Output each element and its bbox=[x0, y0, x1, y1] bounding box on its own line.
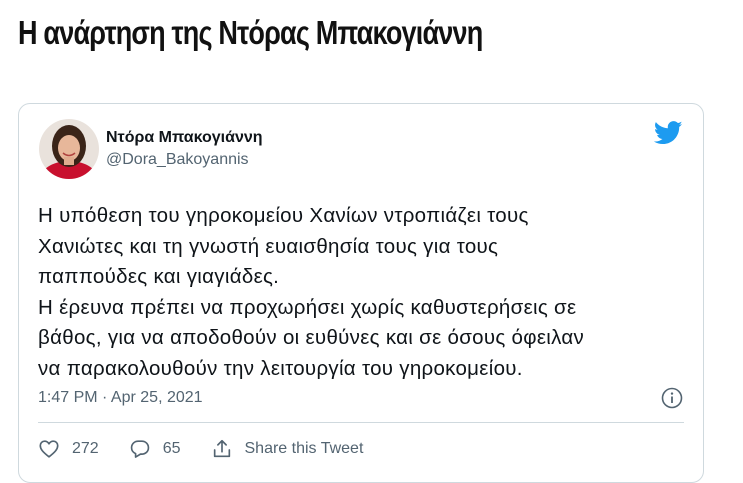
info-icon[interactable] bbox=[661, 387, 683, 409]
author-name[interactable]: Ντόρα Μπακογιάννη bbox=[106, 129, 263, 147]
like-count: 272 bbox=[72, 440, 99, 457]
tweet-text-line: Χανιώτες και τη γνωστή ευαισθησία τους γ… bbox=[38, 234, 499, 258]
page-headline: Η ανάρτηση της Ντόρας Μπακογιάννη bbox=[18, 14, 483, 51]
author-avatar[interactable] bbox=[39, 119, 99, 179]
tweet-text-line: βάθος, για να αποδοθούν οι ευθύνες και σ… bbox=[38, 326, 585, 349]
author-handle[interactable]: @Dora_Bakoyannis bbox=[106, 151, 249, 169]
embedded-tweet-card[interactable]: Ντόρα Μπακογιάννη @Dora_Bakoyannis Η υπό… bbox=[18, 103, 704, 483]
twitter-bird-icon[interactable] bbox=[654, 121, 683, 145]
tweet-text-line: Η υπόθεση του γηροκομείου Χανίων ντροπιά… bbox=[38, 204, 529, 227]
tweet-text-line: Η έρευνα πρέπει να προχωρήσει χωρίς καθυ… bbox=[38, 295, 577, 319]
heart-icon bbox=[39, 440, 59, 458]
reply-bubble-icon bbox=[130, 440, 149, 458]
share-label: Share this Tweet bbox=[244, 440, 364, 457]
tweet-text-line: παππούδες και γιαγιάδες. bbox=[38, 265, 280, 288]
share-icon bbox=[213, 439, 230, 458]
divider bbox=[38, 422, 684, 423]
tweet-text: Η υπόθεση του γηροκομείου Χανίων ντροπιά… bbox=[38, 201, 688, 384]
like-button[interactable]: 272 bbox=[38, 438, 99, 460]
share-button[interactable]: Share this Tweet bbox=[211, 438, 364, 460]
tweet-timestamp[interactable]: 1:47 PM · Apr 25, 2021 bbox=[38, 389, 203, 407]
tweet-text-line: να παρακολουθούν την λειτουργία του γηρο… bbox=[38, 356, 523, 380]
tweet-actions: 272 65 Share this Tweet bbox=[38, 438, 393, 460]
reply-button[interactable]: 65 bbox=[129, 438, 181, 460]
reply-count: 65 bbox=[162, 440, 181, 457]
